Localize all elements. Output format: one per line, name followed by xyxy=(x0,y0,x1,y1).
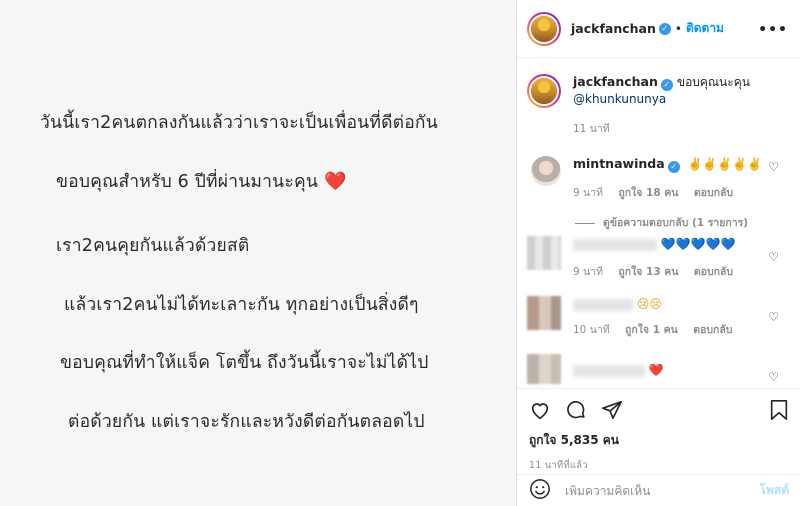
verified-badge-icon: ✓ xyxy=(658,22,671,35)
caption-mention-link[interactable]: @khunkununya xyxy=(573,92,666,106)
post-comment-button[interactable]: โพสต์ xyxy=(760,481,789,500)
caption-text: ขอบคุณนะคุน xyxy=(676,75,750,89)
post-text-line: เรา2คนคุยกันแล้วด้วยสติ xyxy=(56,236,250,256)
like-heart-icon[interactable] xyxy=(529,399,551,421)
post-text-line: ขอบคุณสำหรับ 6 ปีที่ผ่านมานะคุน ❤️ xyxy=(56,167,347,195)
blurred-username xyxy=(573,364,645,377)
author-username[interactable]: jackfanchan xyxy=(571,21,656,36)
comment-item: mintnawinda ✓ ✌️✌️✌️✌️✌️ 9 นาที ถูกใจ 18 … xyxy=(527,156,791,201)
comment-reply-button[interactable]: ตอบกลับ xyxy=(694,266,733,278)
view-replies-button[interactable]: ดูข้อความตอบกลับ (1 รายการ) xyxy=(575,214,748,231)
post-text-line: ขอบคุณที่ทำให้แจ็ค โตขึ้น ถึงวันนี้เราจะ… xyxy=(60,353,429,373)
comment-text: 💙💙💙💙💙 xyxy=(660,237,736,251)
comment-like-heart-icon[interactable]: ♡ xyxy=(768,310,779,324)
comment-likes-link[interactable]: ถูกใจ 13 คน xyxy=(618,266,678,278)
post-image[interactable]: วันนี้เรา2คนตกลงกันแล้วว่าเราจะเป็นเพื่อ… xyxy=(0,0,516,506)
comment-text: ❤️ xyxy=(648,363,664,377)
commenter-avatar[interactable] xyxy=(527,236,561,270)
post-text-line: แล้วเรา2คนไม่ได้ทะเลาะกัน ทุกอย่างเป็นสิ… xyxy=(64,295,419,315)
more-options-icon[interactable]: ••• xyxy=(758,22,788,38)
blurred-username xyxy=(573,298,633,311)
share-paper-plane-icon[interactable] xyxy=(601,399,623,421)
comment-time: 9 นาที xyxy=(573,266,604,278)
follow-button[interactable]: ติดตาม xyxy=(686,19,724,38)
comment-item: ❤️ ♡ xyxy=(527,354,791,384)
comment-like-heart-icon[interactable]: ♡ xyxy=(768,250,779,264)
blurred-username xyxy=(573,238,657,251)
comment-text: ✌️✌️✌️✌️✌️ xyxy=(687,157,763,171)
post-text-line-content: ขอบคุณสำหรับ 6 ปีที่ผ่านมานะคุน xyxy=(56,172,319,192)
comment-bubble-icon[interactable] xyxy=(565,399,587,421)
post-likes-count[interactable]: ถูกใจ 5,835 คน xyxy=(517,431,800,450)
commenter-avatar[interactable] xyxy=(527,354,561,384)
comment-time: 10 นาที xyxy=(573,324,610,336)
comment-likes-link[interactable]: ถูกใจ 1 คน xyxy=(625,324,678,336)
caption-username[interactable]: jackfanchan xyxy=(573,74,658,89)
commenter-username[interactable]: mintnawinda xyxy=(573,156,665,171)
verified-badge-icon: ✓ xyxy=(660,79,673,91)
post-side-panel: jackfanchan ✓ • ติดตาม ••• jackfanchan ✓ ข… xyxy=(516,0,800,506)
comment-like-heart-icon[interactable]: ♡ xyxy=(768,370,779,384)
comment-composer: โพสต์ xyxy=(517,474,800,506)
heart-emoji-icon: ❤️ xyxy=(324,171,347,192)
comment-likes-link[interactable]: ถูกใจ 18 คน xyxy=(618,187,678,199)
comment-reply-button[interactable]: ตอบกลับ xyxy=(693,324,732,336)
comment-input[interactable] xyxy=(565,483,760,498)
comment-text: 😢😢 xyxy=(636,297,662,311)
separator-dot: • xyxy=(674,21,682,36)
comment-reply-button[interactable]: ตอบกลับ xyxy=(694,187,733,199)
author-avatar[interactable] xyxy=(527,11,561,46)
emoji-smiley-icon[interactable] xyxy=(529,478,551,504)
post-text-line: วันนี้เรา2คนตกลงกันแล้วว่าเราจะเป็นเพื่อ… xyxy=(40,113,438,133)
commenter-avatar[interactable] xyxy=(527,296,561,330)
comment-item: 💙💙💙💙💙 9 นาที ถูกใจ 13 คน ตอบกลับ ♡ xyxy=(527,236,791,280)
caption-author-avatar[interactable] xyxy=(527,74,561,108)
post-text-line: ต่อด้วยกัน แต่เราจะรักและหวังดีต่อกันตลอ… xyxy=(68,412,425,432)
post-header: jackfanchan ✓ • ติดตาม ••• xyxy=(517,0,800,58)
caption-time: 11 นาที xyxy=(573,123,610,135)
commenter-avatar[interactable] xyxy=(531,156,561,186)
post-actions: ถูกใจ 5,835 คน 11 นาทีที่แล้ว xyxy=(517,388,800,473)
post-caption: jackfanchan ✓ ขอบคุณนะคุน @khunkununya 11 … xyxy=(527,74,791,137)
post-timestamp: 11 นาทีที่แล้ว xyxy=(529,460,588,471)
verified-badge-icon: ✓ xyxy=(667,161,680,173)
comment-like-heart-icon[interactable]: ♡ xyxy=(768,160,779,174)
comment-time: 9 นาที xyxy=(573,187,604,199)
bookmark-icon[interactable] xyxy=(769,399,789,425)
comment-item: 😢😢 10 นาที ถูกใจ 1 คน ตอบกลับ ♡ xyxy=(527,296,791,338)
